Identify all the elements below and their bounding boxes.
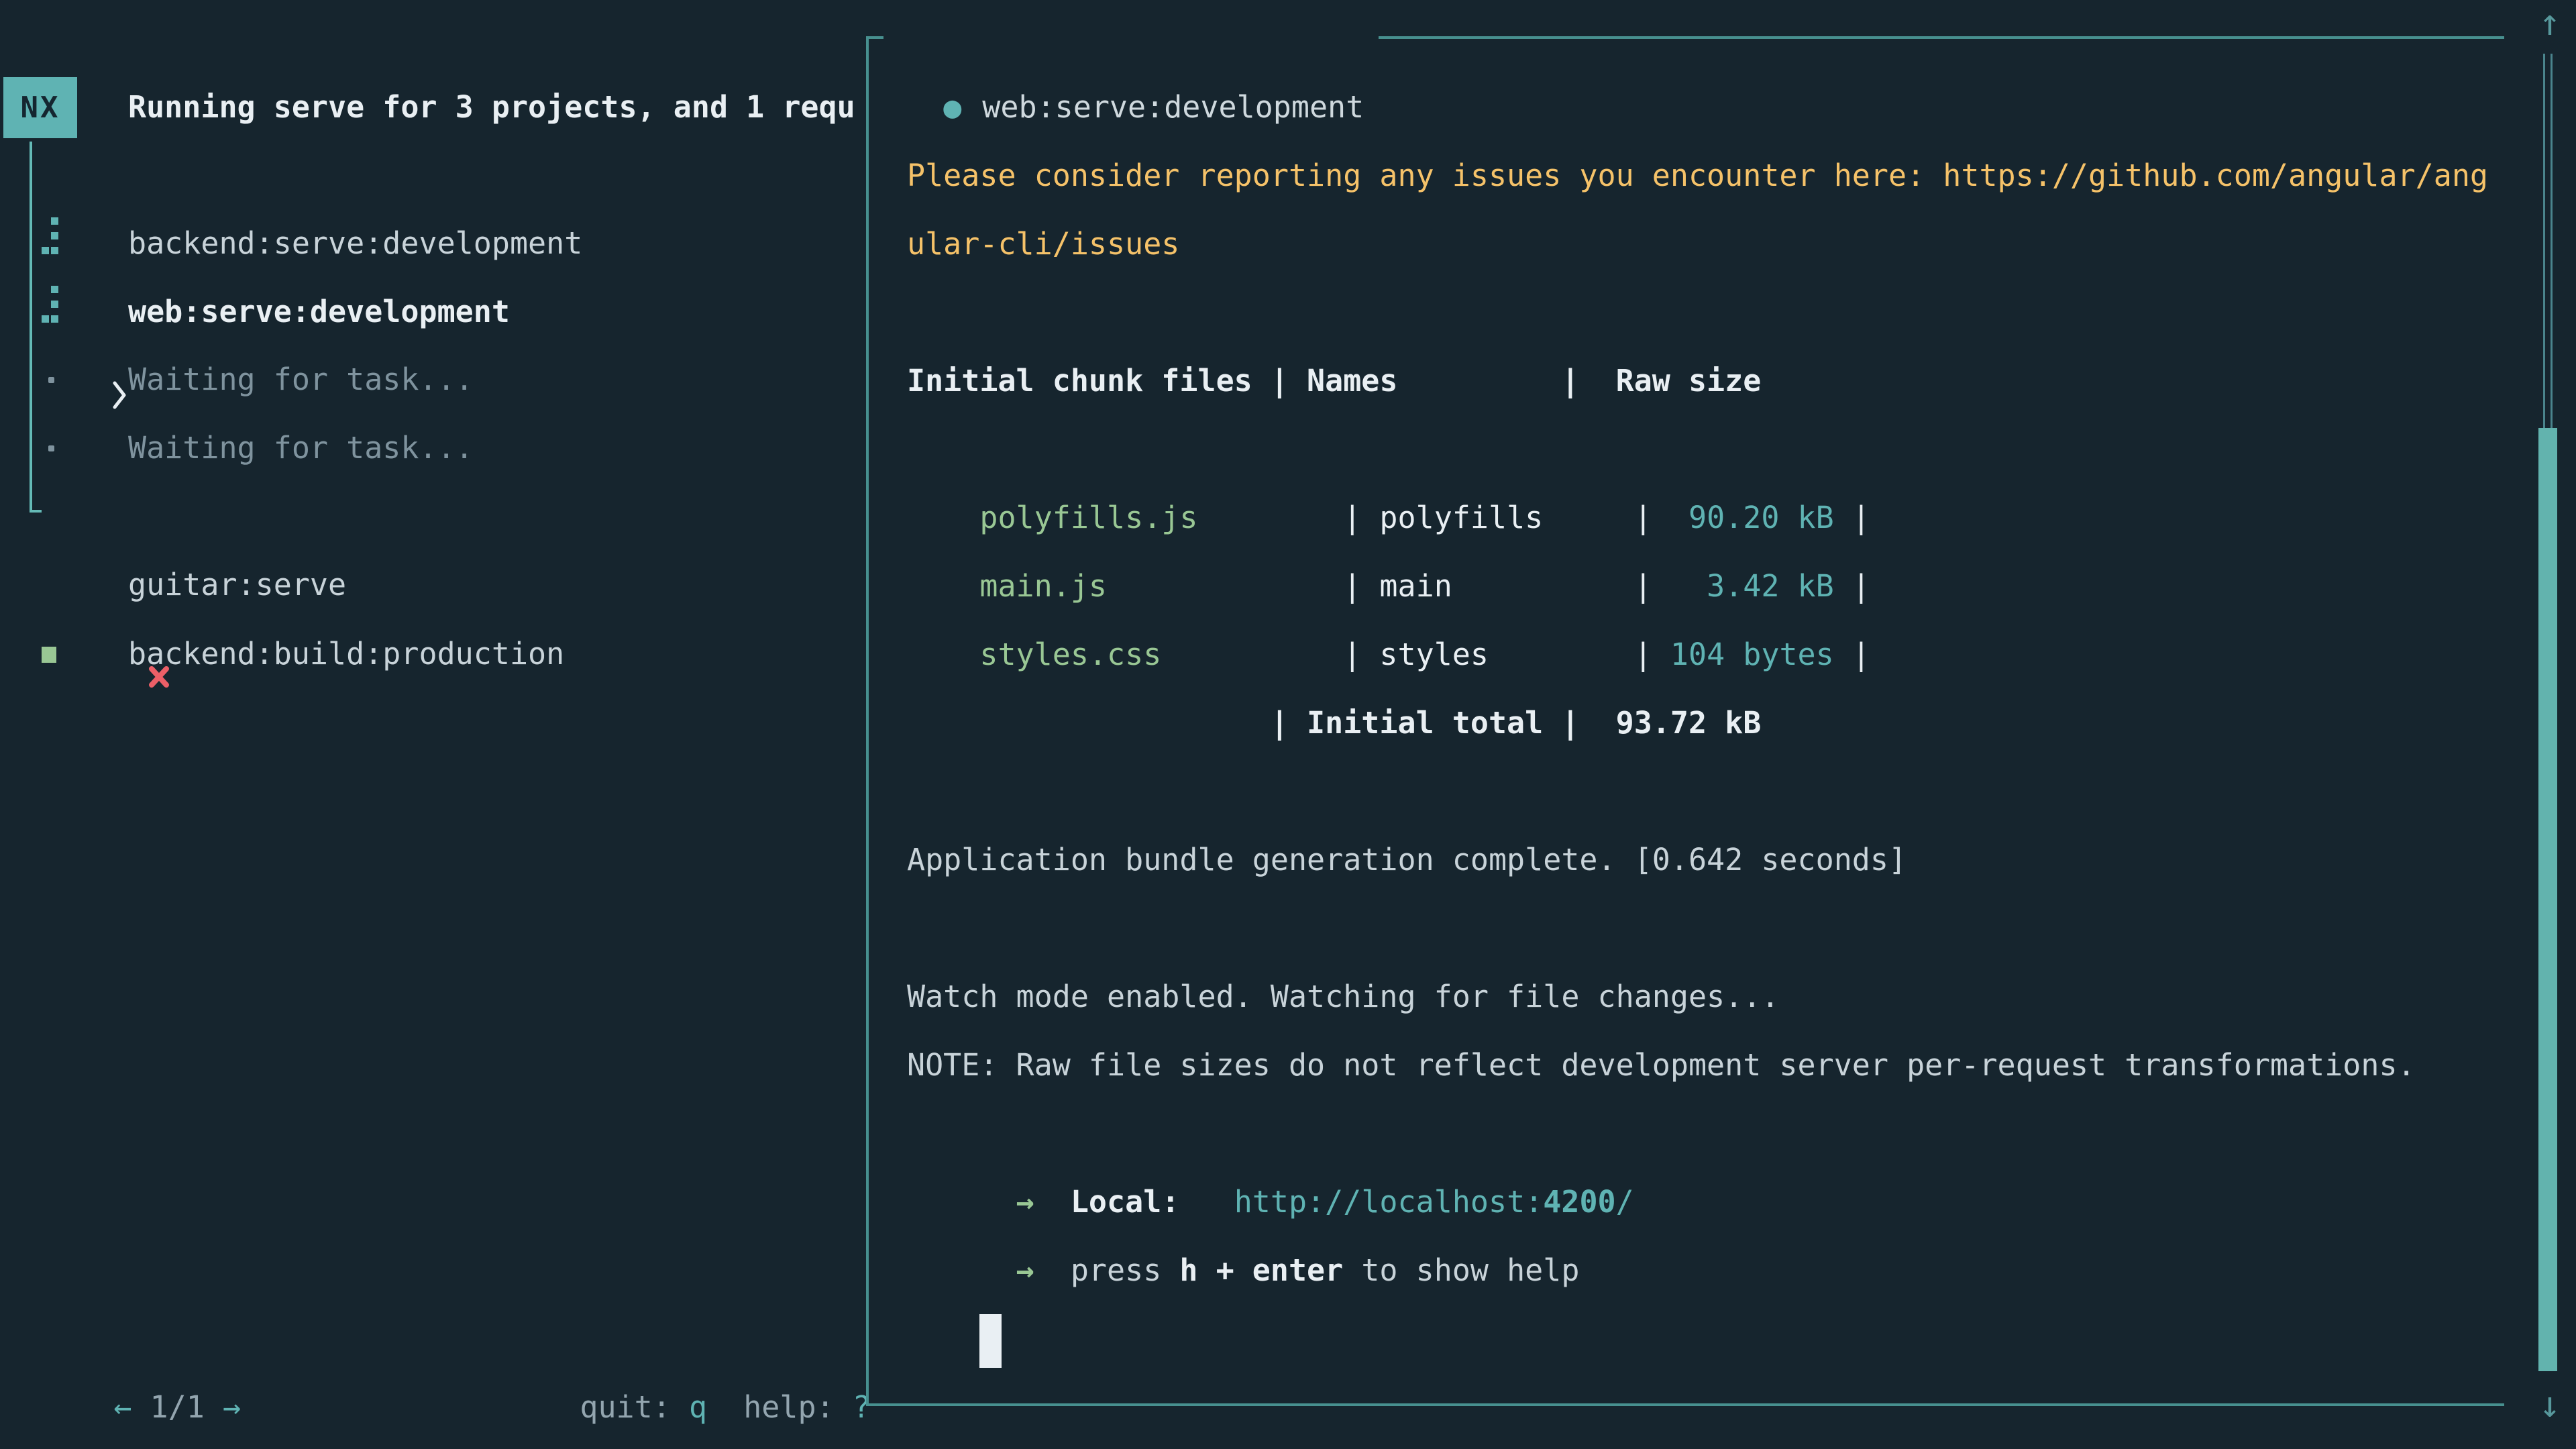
column-separator: |	[1343, 500, 1379, 535]
initial-total-row: | Initial total | 93.72 kB	[907, 689, 2497, 757]
app-title: Running serve for 3 projects, and 1 requ	[128, 73, 866, 142]
scroll-thumb[interactable]	[2538, 428, 2557, 1371]
chunk-size: 90.20 kB	[1652, 500, 1834, 535]
panel-title-dot-icon: ●	[943, 89, 961, 125]
scroll-track[interactable]	[2543, 54, 2553, 428]
help-shortcut-label: help:	[743, 1389, 853, 1425]
bundle-table-header: Initial chunk files | Names | Raw size	[907, 347, 2497, 415]
issue-notice-line-1[interactable]: Please consider reporting any issues you…	[907, 142, 2497, 210]
panel-border-bottom	[866, 1403, 2504, 1406]
note-line: NOTE: Raw file sizes do not reflect deve…	[907, 1031, 2497, 1099]
panel-border-top-stub	[866, 36, 883, 39]
task-label: guitar:serve	[128, 551, 346, 619]
nx-logo-text: NX	[21, 91, 60, 125]
shortcut-spacer	[707, 1389, 743, 1425]
chunk-size: 104 bytes	[1652, 637, 1834, 672]
arrow-icon: →	[979, 1252, 1070, 1288]
panel-title: web:serve:development	[982, 89, 1364, 125]
task-label: web:serve:development	[128, 278, 510, 346]
spinner-icon	[40, 209, 71, 278]
arrow-icon: →	[979, 1184, 1070, 1220]
local-url[interactable]: http://localhost:	[1234, 1184, 1544, 1220]
chunk-name: main |	[1379, 568, 1652, 604]
terminal-cursor[interactable]	[979, 1314, 1002, 1368]
chunk-file-name: styles.css	[979, 637, 1343, 672]
column-separator: |	[1834, 568, 1870, 604]
task-item-backend-build[interactable]: backend:build:production	[0, 620, 866, 688]
task-item-web-serve[interactable]: web:serve:development	[0, 278, 866, 346]
blank-line	[907, 894, 2497, 963]
quit-key: q	[689, 1389, 707, 1425]
chunk-name: polyfills |	[1379, 500, 1652, 535]
shortcut-hints: quit: q help: ?	[507, 1305, 866, 1373]
help-hint-keys: h + enter	[1179, 1252, 1343, 1288]
scroll-down-icon[interactable]: ↓	[2529, 1386, 2571, 1424]
blank-line	[907, 278, 2497, 347]
panel-title-bar: ●web:serve:development	[907, 5, 1364, 73]
task-label: backend:build:production	[128, 620, 564, 688]
panel-border-top	[1379, 36, 2504, 39]
waiting-dot-icon	[48, 445, 54, 451]
local-url-port[interactable]: 4200	[1543, 1184, 1615, 1220]
blank-line	[907, 757, 2497, 826]
column-separator: |	[1343, 568, 1379, 604]
pager-next-icon[interactable]: →	[223, 1389, 241, 1425]
task-item-waiting-2[interactable]: Waiting for task...	[0, 414, 866, 482]
success-square-icon	[42, 647, 56, 663]
local-gap	[1179, 1184, 1234, 1220]
task-label: Waiting for task...	[128, 345, 474, 414]
chunk-name: styles |	[1379, 637, 1652, 672]
chunk-file-name: main.js	[979, 568, 1343, 604]
page-indicator: 1/1	[131, 1389, 222, 1425]
local-url-slash[interactable]: /	[1616, 1184, 1634, 1220]
chunk-file-name: polyfills.js	[979, 500, 1343, 535]
task-item-waiting-1[interactable]: Waiting for task...	[0, 345, 866, 414]
output-panel: Please consider reporting any issues you…	[907, 142, 2497, 1305]
column-separator: |	[1834, 637, 1870, 672]
local-label: Local:	[1071, 1184, 1180, 1220]
waiting-dot-icon	[48, 377, 54, 383]
panel-border-left	[866, 36, 869, 1406]
scroll-up-icon[interactable]: ↑	[2529, 4, 2571, 42]
nx-logo-badge: NX	[3, 77, 77, 138]
help-hint-suffix: to show help	[1343, 1252, 1579, 1288]
spinner-icon	[40, 278, 71, 346]
watch-mode-line: Watch mode enabled. Watching for file ch…	[907, 963, 2497, 1031]
column-separator: |	[1343, 637, 1379, 672]
chunk-size: 3.42 kB	[1652, 568, 1834, 604]
pager: ← 1/1 →	[41, 1305, 241, 1373]
help-key: ?	[853, 1389, 866, 1425]
sidebar: NX Running serve for 3 projects, and 1 r…	[0, 0, 866, 1449]
bundle-complete-line: Application bundle generation complete. …	[907, 826, 2497, 894]
column-separator: |	[1834, 500, 1870, 535]
quit-shortcut-label: quit:	[580, 1389, 689, 1425]
pager-prev-icon[interactable]: ←	[113, 1389, 131, 1425]
task-label: backend:serve:development	[128, 209, 582, 278]
help-hint-prefix: press	[1071, 1252, 1180, 1288]
local-server-line: → Local: http://localhost:4200/	[907, 1099, 2497, 1168]
task-label: Waiting for task...	[128, 414, 474, 482]
issue-notice-line-2[interactable]: ular-cli/issues	[907, 210, 2497, 278]
task-item-guitar-serve[interactable]: guitar:serve	[0, 551, 866, 619]
task-item-backend-serve[interactable]: backend:serve:development	[0, 209, 866, 278]
table-row: polyfills.js | polyfills | 90.20 kB |	[907, 415, 2497, 484]
